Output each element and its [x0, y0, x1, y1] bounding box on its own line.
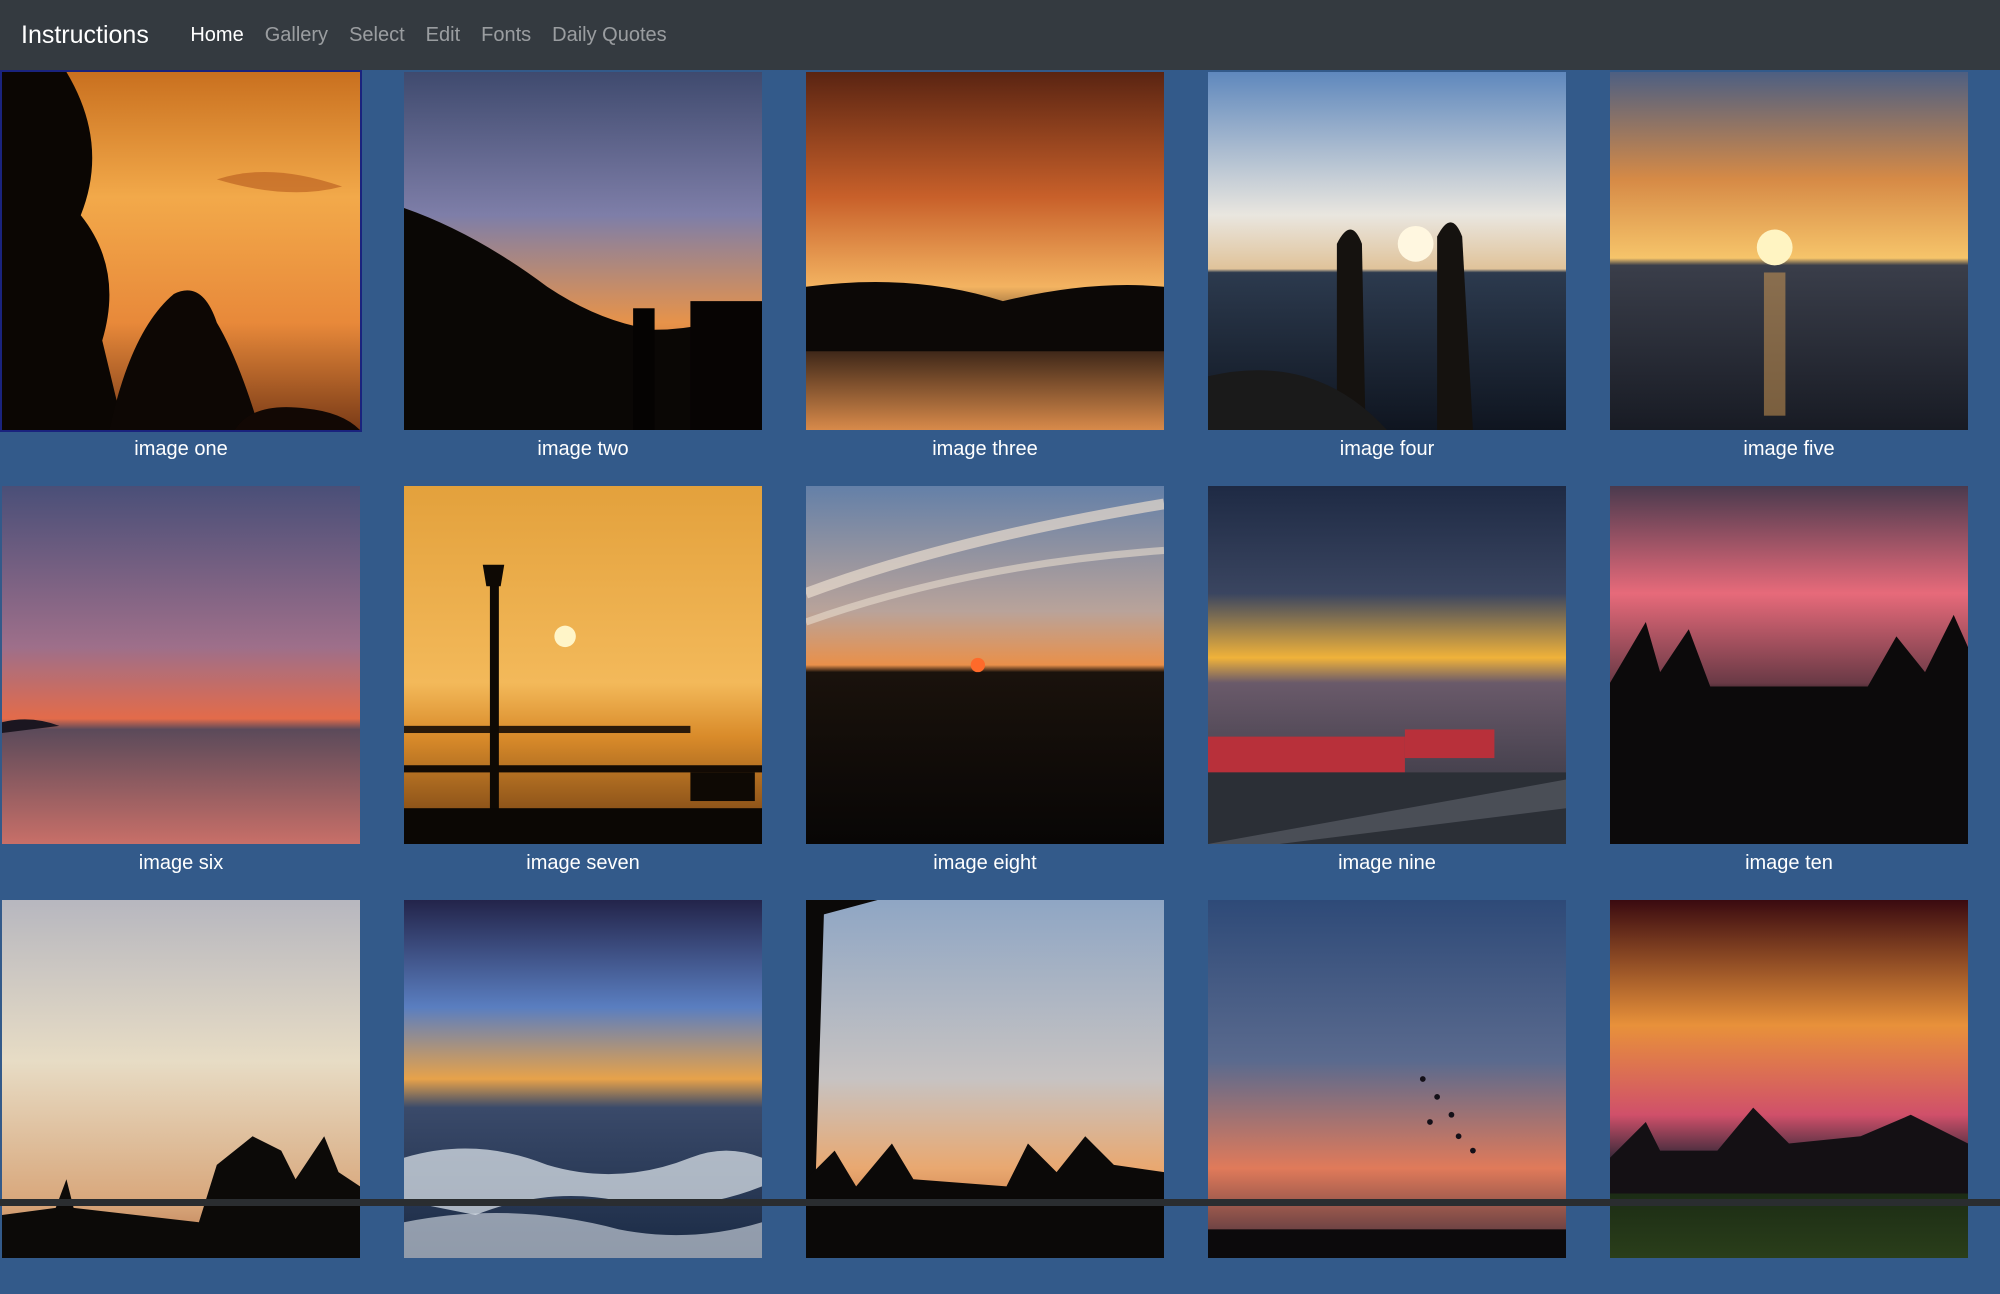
- image-caption: [784, 1260, 1186, 1294]
- nav-daily-quotes[interactable]: Daily Quotes: [542, 24, 678, 47]
- sunset-sun-sea-image: [1610, 72, 1968, 430]
- gallery-tile[interactable]: image seven: [402, 484, 764, 880]
- gallery-tile[interactable]: image one: [0, 70, 362, 466]
- gallery-tile[interactable]: image three: [804, 70, 1166, 466]
- image-six-thumbnail[interactable]: [0, 484, 362, 846]
- sunset-clouds-water-image: [806, 72, 1164, 430]
- gallery-tile[interactable]: image four: [1206, 70, 1568, 466]
- sunset-city-image: [1208, 486, 1566, 844]
- gallery-tile[interactable]: [804, 898, 1166, 1294]
- image-one-thumbnail[interactable]: [0, 70, 362, 432]
- gallery-tile[interactable]: image two: [402, 70, 764, 466]
- gallery-tile[interactable]: image eight: [804, 484, 1166, 880]
- image-caption: image three: [932, 438, 1038, 460]
- image-nine-thumbnail[interactable]: [1206, 484, 1568, 846]
- image-caption: image six: [138, 852, 224, 874]
- image-caption: [1186, 1260, 1588, 1294]
- image-five-thumbnail[interactable]: [1608, 70, 1970, 432]
- image-eight-thumbnail[interactable]: [804, 484, 1166, 846]
- sunset-lamppost-pier-image: [404, 486, 762, 844]
- nav-fonts[interactable]: Fonts: [471, 24, 542, 47]
- page-bottom-edge: [0, 1199, 2000, 1206]
- image-caption: image five: [1743, 438, 1835, 460]
- gallery-tile[interactable]: image six: [0, 484, 362, 880]
- sunset-streaks-field-image: [806, 486, 1164, 844]
- image-caption: image two: [537, 438, 629, 460]
- sunset-feet-sea-image: [1208, 72, 1566, 430]
- image-two-thumbnail[interactable]: [402, 70, 764, 432]
- image-four-thumbnail[interactable]: [1206, 70, 1568, 432]
- gallery-tile[interactable]: image five: [1608, 70, 1970, 466]
- gallery-tile[interactable]: [0, 898, 362, 1294]
- gallery-tile[interactable]: [1608, 898, 1970, 1294]
- nav-home[interactable]: Home: [180, 24, 254, 47]
- image-caption: [382, 1260, 784, 1294]
- nav-links: Home Gallery Select Edit Fonts Daily Quo…: [180, 24, 677, 47]
- nav-edit[interactable]: Edit: [415, 24, 470, 47]
- sunset-rooftops-image: [404, 72, 762, 430]
- image-gallery: image one image two image three image fo…: [0, 70, 2000, 1258]
- image-three-thumbnail[interactable]: [804, 70, 1166, 432]
- image-caption: image seven: [526, 852, 640, 874]
- image-caption: image ten: [1745, 852, 1833, 874]
- image-caption: image eight: [933, 852, 1037, 874]
- image-ten-thumbnail[interactable]: [1608, 484, 1970, 846]
- image-caption: image four: [1339, 438, 1435, 460]
- gallery-tile[interactable]: [1206, 898, 1568, 1294]
- gallery-tile[interactable]: image nine: [1206, 484, 1568, 880]
- gallery-tile[interactable]: image ten: [1608, 484, 1970, 880]
- dusk-horizon-sea-image: [2, 486, 360, 844]
- image-caption: image one: [134, 438, 228, 460]
- image-seven-thumbnail[interactable]: [402, 484, 764, 846]
- brand-link[interactable]: Instructions: [21, 21, 149, 50]
- image-caption: image nine: [1338, 852, 1436, 874]
- nav-gallery[interactable]: Gallery: [254, 24, 338, 47]
- sunset-trees-image: [2, 72, 360, 430]
- top-navbar: Instructions Home Gallery Select Edit Fo…: [0, 0, 2000, 70]
- pink-sky-trees-image: [1610, 486, 1968, 844]
- image-caption: [0, 1260, 382, 1294]
- gallery-tile[interactable]: [402, 898, 764, 1294]
- nav-select[interactable]: Select: [339, 24, 416, 47]
- image-caption: [1588, 1260, 1990, 1294]
